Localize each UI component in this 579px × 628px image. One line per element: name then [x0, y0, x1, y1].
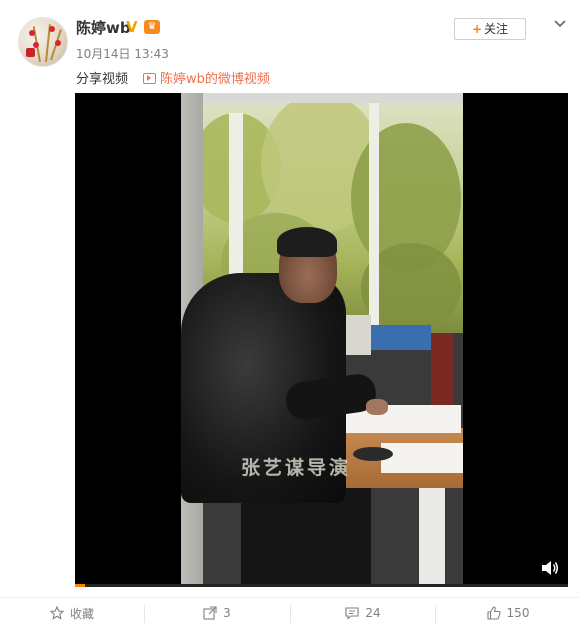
user-avatar[interactable]	[18, 17, 68, 67]
video-icon	[143, 73, 156, 84]
username[interactable]: 陈婷wb	[76, 17, 131, 38]
video-frame: 张艺谋导演	[181, 93, 463, 587]
weibo-post-card: 陈婷wb V ♛ 10月14日 13:43 + 关注 分享视频 陈婷wb的微博视频	[0, 0, 579, 628]
star-icon	[49, 606, 64, 620]
volume-icon[interactable]	[541, 560, 559, 576]
like-button[interactable]: 150	[436, 598, 579, 628]
video-source-link[interactable]: 陈婷wb的微博视频	[143, 68, 270, 87]
video-progress-bar[interactable]	[75, 584, 568, 587]
plus-icon: +	[471, 22, 483, 36]
chevron-down-icon[interactable]	[552, 15, 568, 31]
vip-badge-icon[interactable]: ♛	[144, 20, 160, 34]
comment-button[interactable]: 24	[291, 598, 435, 628]
like-icon	[486, 606, 501, 620]
favorite-button[interactable]: 收藏	[0, 598, 144, 628]
repost-button[interactable]: 3	[145, 598, 289, 628]
video-progress-fill	[75, 584, 85, 587]
comment-icon	[345, 607, 359, 620]
post-text: 分享视频	[76, 72, 129, 87]
follow-label: 关注	[484, 22, 509, 36]
follow-button[interactable]: + 关注	[454, 18, 526, 40]
comment-count: 24	[365, 606, 381, 620]
post-timestamp[interactable]: 10月14日 13:43	[76, 45, 169, 62]
video-watermark: 张艺谋导演	[241, 457, 352, 479]
video-link-label: 陈婷wb的微博视频	[160, 72, 270, 87]
like-count: 150	[506, 606, 530, 620]
favorite-label: 收藏	[69, 606, 94, 621]
repost-count: 3	[223, 606, 231, 620]
video-player[interactable]: 张艺谋导演	[75, 93, 568, 587]
share-icon	[203, 606, 217, 620]
lock-icon	[26, 48, 35, 57]
verified-icon: V	[126, 18, 138, 36]
